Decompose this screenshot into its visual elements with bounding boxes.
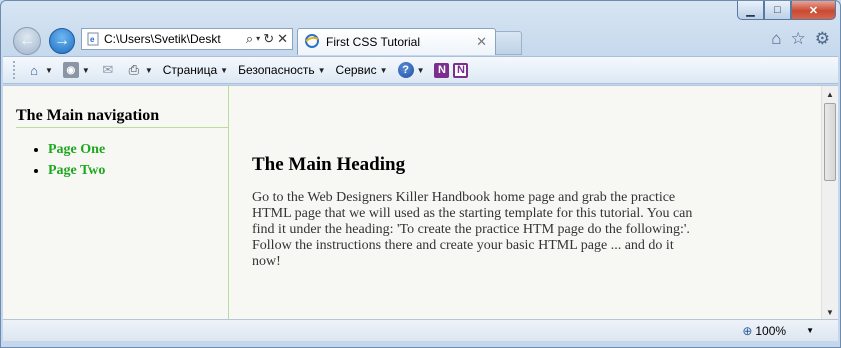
list-item: Page Two <box>48 163 228 179</box>
scroll-up-icon[interactable]: ▲ <box>822 86 838 102</box>
onenote-button[interactable]: N <box>434 62 450 78</box>
page-menu-label: Страница <box>162 63 218 77</box>
new-tab-button[interactable] <box>496 31 522 55</box>
mail-button[interactable]: ✉ <box>100 62 116 78</box>
forward-button[interactable]: → <box>49 28 75 54</box>
page-sidebar: The Main navigation Page One Page Two <box>3 86 229 319</box>
maximize-button[interactable]: □ <box>764 1 791 20</box>
tab-favicon-icon <box>304 33 320 52</box>
onenote-icon: N <box>453 62 469 78</box>
scroll-down-icon[interactable]: ▼ <box>822 304 838 319</box>
mail-icon: ✉ <box>102 62 114 77</box>
status-bar: ⊕ 100% ▼ <box>3 319 838 341</box>
nav-link-page-two[interactable]: Page Two <box>48 163 105 178</box>
page-viewport[interactable]: The Main navigation Page One Page Two Th… <box>3 85 838 319</box>
search-icon[interactable]: ⌕ <box>246 31 253 47</box>
page-main-content: The Main Heading Go to the Web Designers… <box>252 154 702 270</box>
command-bar: ⌂ ▼ ◉ ▼ ✉ ⎙ ▼ Страница ▼ Безопасность ▼ … <box>3 56 838 84</box>
home-icon[interactable]: ⌂ <box>771 29 781 49</box>
chevron-down-icon: ▼ <box>144 65 153 75</box>
nav-list: Page One Page Two <box>48 142 228 179</box>
main-heading: The Main Heading <box>252 154 406 175</box>
chevron-down-icon: ▼ <box>317 65 326 75</box>
safety-menu-label: Безопасность <box>238 63 315 77</box>
zoom-control[interactable]: ⊕ 100% ▼ <box>739 323 814 339</box>
print-button[interactable]: ⎙ ▼ <box>126 62 153 78</box>
page-icon: e <box>85 31 101 47</box>
main-paragraph: Go to the Web Designers Killer Handbook … <box>252 190 693 269</box>
home-button[interactable]: ⌂ ▼ <box>26 62 53 78</box>
minimize-button[interactable]: ▁ <box>737 1 764 20</box>
zoom-level: 100% <box>755 323 787 338</box>
title-bar: ▁ □ ✕ ← → e C:\Users\Svetik\Deskt ⌕ ▾ ↻ … <box>1 1 841 57</box>
svg-text:e: e <box>90 35 95 44</box>
tools-menu[interactable]: Сервис ▼ <box>336 63 388 77</box>
page-menu[interactable]: Страница ▼ <box>163 63 228 77</box>
tab-close-icon[interactable]: ✕ <box>476 34 487 50</box>
chevron-down-icon: ▼ <box>81 65 90 75</box>
back-button[interactable]: ← <box>13 27 41 55</box>
address-input[interactable]: C:\Users\Svetik\Deskt <box>104 32 222 46</box>
nav-heading: The Main navigation <box>16 107 229 128</box>
chevron-down-icon: ▼ <box>45 65 53 75</box>
onenote-icon: N <box>434 62 450 78</box>
browser-window: ▁ □ ✕ ← → e C:\Users\Svetik\Deskt ⌕ ▾ ↻ … <box>0 0 841 348</box>
chevron-down-icon[interactable]: ▼ <box>806 326 814 335</box>
forward-icon: → <box>54 32 70 49</box>
chevron-down-icon: ▼ <box>379 65 388 75</box>
safety-menu[interactable]: Безопасность ▼ <box>238 63 325 77</box>
tools-menu-label: Сервис <box>335 63 377 77</box>
scrollbar-thumb[interactable] <box>824 103 836 181</box>
zoom-icon: ⊕ <box>742 323 753 338</box>
browser-right-icons: ⌂ ☆ ⚙ <box>771 29 830 49</box>
refresh-icon[interactable]: ↻ <box>263 31 274 47</box>
address-bar[interactable]: e C:\Users\Svetik\Deskt ⌕ ▾ ↻ ✕ <box>81 28 293 50</box>
back-icon: ← <box>19 32 35 49</box>
onenote-linked-button[interactable]: N <box>453 62 469 78</box>
chevron-down-icon: ▼ <box>416 65 425 75</box>
help-icon: ? <box>397 62 414 78</box>
stop-icon[interactable]: ✕ <box>277 31 288 47</box>
gear-icon[interactable]: ⚙ <box>815 29 830 49</box>
list-item: Page One <box>48 142 228 158</box>
toolbar-grip[interactable] <box>13 61 16 79</box>
nav-link-page-one[interactable]: Page One <box>48 142 105 157</box>
tab-label: First CSS Tutorial <box>326 35 421 49</box>
favorites-icon[interactable]: ☆ <box>791 29 806 49</box>
home-icon: ⌂ <box>30 62 38 78</box>
rss-icon: ◉ <box>62 62 79 78</box>
dropdown-icon[interactable]: ▾ <box>256 31 260 47</box>
print-icon: ⎙ <box>128 62 140 77</box>
help-button[interactable]: ? ▼ <box>397 62 425 78</box>
tab-first-css-tutorial[interactable]: First CSS Tutorial ✕ <box>297 28 496 55</box>
window-controls: ▁ □ ✕ <box>737 1 836 21</box>
feeds-button[interactable]: ◉ ▼ <box>62 62 90 78</box>
close-window-button[interactable]: ✕ <box>791 1 836 20</box>
vertical-scrollbar[interactable]: ▲ ▼ <box>821 86 838 319</box>
chevron-down-icon: ▼ <box>220 65 229 75</box>
